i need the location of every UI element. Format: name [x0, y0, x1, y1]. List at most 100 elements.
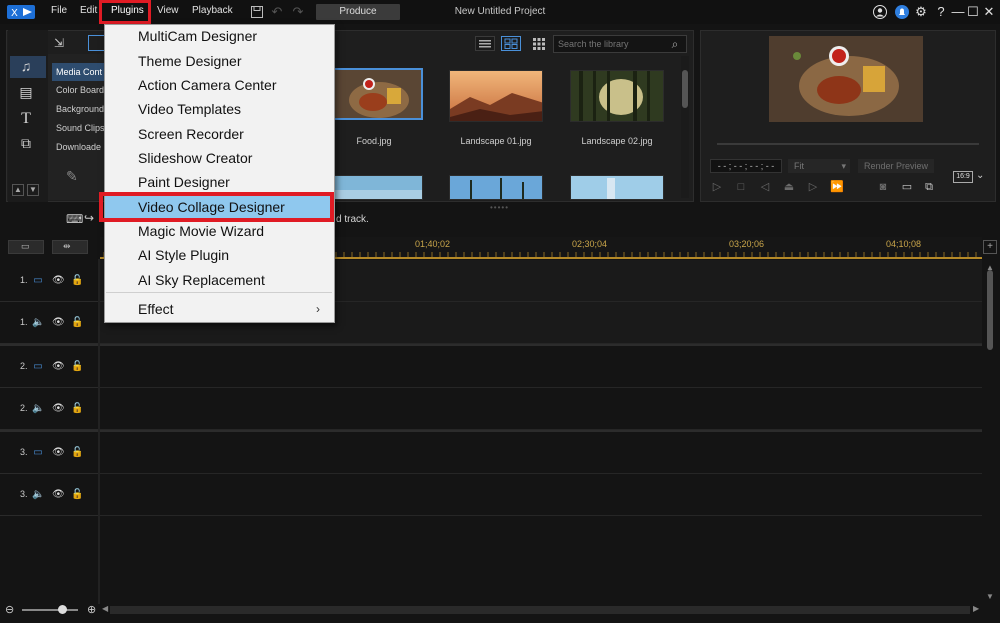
split-icon[interactable]: ⏏ [782, 180, 796, 194]
menu-item-screen-recorder[interactable]: Screen Recorder [138, 122, 328, 146]
track-row-audio-3[interactable] [100, 474, 982, 516]
eye-icon[interactable]: 👁 [52, 361, 65, 373]
menu-item-paint-designer[interactable]: Paint Designer [138, 170, 328, 194]
media-room-icon[interactable]: ♫ [16, 58, 36, 76]
scroll-up-icon[interactable]: ▲ [12, 184, 24, 196]
timeline-horizontal-scrollbar[interactable] [110, 606, 970, 614]
snapshot-icon[interactable]: ◙ [876, 180, 890, 194]
small-grid-view-icon[interactable] [532, 37, 546, 51]
timeline-view-button[interactable]: ▭ [8, 240, 44, 254]
eye-icon[interactable]: 👁 [52, 489, 65, 501]
stop-icon[interactable]: □ [734, 180, 748, 194]
thumb-palms[interactable] [449, 175, 543, 200]
help-icon[interactable]: ? [933, 4, 949, 20]
eye-icon[interactable]: 👁 [52, 317, 65, 329]
save-icon[interactable] [250, 5, 264, 19]
play-icon[interactable]: ▷ [710, 180, 724, 194]
menu-item-ai-sky-replacement[interactable]: AI Sky Replacement [138, 268, 328, 292]
maximize-icon[interactable]: ☐ [965, 4, 981, 20]
eye-icon[interactable]: 👁 [52, 275, 65, 287]
lock-icon[interactable]: 🔓 [71, 403, 83, 415]
account-icon[interactable] [872, 4, 888, 20]
search-icon[interactable]: ⌕ [667, 35, 683, 53]
scroll-up-arrow-icon[interactable]: ▲ [986, 263, 994, 272]
ruler-tick-label: 03;20;06 [729, 239, 765, 249]
redo-icon[interactable]: ↷ [291, 5, 305, 19]
previous-frame-icon[interactable]: ◁ [758, 180, 772, 194]
preview-seek-bar[interactable] [717, 143, 979, 145]
menu-view[interactable]: View [157, 5, 179, 16]
next-frame-icon[interactable]: ▷ [806, 180, 820, 194]
thumb-food[interactable] [329, 68, 423, 120]
category-media-content[interactable]: Media Cont [52, 63, 108, 81]
lock-icon[interactable]: 🔓 [71, 275, 83, 287]
ruler-expand-icon[interactable]: + [983, 240, 997, 254]
scroll-down-icon[interactable]: ▼ [27, 184, 39, 196]
zoom-fit-select[interactable]: Fit ▾ [788, 159, 850, 173]
medium-icon-view-button[interactable] [501, 36, 521, 51]
lock-icon[interactable]: 🔓 [71, 361, 83, 373]
scroll-left-arrow-icon[interactable]: ◀ [102, 604, 108, 613]
menu-file[interactable]: File [51, 5, 67, 16]
close-icon[interactable]: ✕ [981, 4, 997, 20]
menu-item-action-camera-center[interactable]: Action Camera Center [138, 73, 328, 97]
lock-icon[interactable]: 🔓 [71, 447, 83, 459]
aspect-ratio-selector[interactable]: 16:9 [953, 171, 973, 183]
undo-icon[interactable]: ↶ [270, 5, 284, 19]
notification-icon[interactable] [894, 4, 910, 20]
category-downloaded[interactable]: Downloade [52, 138, 108, 156]
scroll-down-arrow-icon[interactable]: ▼ [986, 592, 994, 601]
library-scroll-thumb[interactable] [682, 70, 688, 108]
timecode-display[interactable]: - - ; - - ; - - ; - - [710, 159, 782, 173]
category-background[interactable]: Background [52, 100, 108, 118]
subtitle-icon[interactable]: ▭ [900, 180, 914, 194]
menu-item-video-templates[interactable]: Video Templates [138, 97, 328, 121]
menu-item-multicam-designer[interactable]: MultiCam Designer [138, 24, 328, 48]
category-color-board[interactable]: Color Board [52, 81, 108, 99]
minimize-icon[interactable]: — [950, 4, 966, 20]
timeline-vertical-scroll-thumb[interactable] [987, 270, 993, 350]
track-row-video-3[interactable] [100, 432, 982, 474]
produce-button[interactable]: Produce [316, 4, 400, 20]
fast-forward-icon[interactable]: ⏩ [830, 180, 844, 194]
audio-track-icon: 🔈 [32, 403, 45, 414]
import-icon[interactable]: ⇲ [54, 36, 64, 50]
aspect-dropdown-icon[interactable]: ⌄ [976, 170, 984, 181]
thumb-sky[interactable] [329, 175, 423, 200]
track-row-audio-2[interactable] [100, 388, 982, 430]
zoom-slider-track[interactable] [22, 609, 78, 611]
settings-gear-icon[interactable]: ⚙ [913, 4, 929, 20]
track-row-video-2[interactable] [100, 346, 982, 388]
menu-edit[interactable]: Edit [80, 5, 97, 16]
eye-icon[interactable]: 👁 [52, 403, 65, 415]
menu-item-ai-style-plugin[interactable]: AI Style Plugin [138, 243, 328, 267]
zoom-slider-knob[interactable] [58, 605, 67, 614]
thumb-landscape-02[interactable] [570, 70, 664, 122]
menu-item-effect[interactable]: Effect [138, 297, 328, 321]
panel-resize-handle[interactable]: ••••• [490, 203, 509, 212]
fit-width-icon: ⇹ [63, 241, 71, 251]
fit-timeline-button[interactable]: ⇹ [52, 240, 88, 254]
pen-tool-icon[interactable]: ✎ [66, 168, 78, 185]
list-view-button[interactable] [475, 36, 495, 51]
lock-icon[interactable]: 🔓 [71, 489, 83, 501]
lock-icon[interactable]: 🔓 [71, 317, 83, 329]
menu-item-theme-designer[interactable]: Theme Designer [138, 49, 328, 73]
title-room-icon[interactable]: T [16, 110, 36, 128]
transition-room-icon[interactable]: ⧉ [16, 135, 36, 153]
menu-playback[interactable]: Playback [192, 5, 233, 16]
keyboard-icon[interactable]: ⌨ [66, 212, 83, 226]
redo-arrow-icon[interactable]: ↪ [84, 211, 94, 225]
menu-item-slideshow-creator[interactable]: Slideshow Creator [138, 146, 328, 170]
template-room-icon[interactable]: ▤ [16, 84, 36, 102]
zoom-in-icon[interactable]: ⊕ [87, 603, 96, 616]
menu-item-magic-movie-wizard[interactable]: Magic Movie Wizard [138, 219, 328, 243]
scroll-right-arrow-icon[interactable]: ▶ [973, 604, 979, 613]
thumb-landscape-01[interactable] [449, 70, 543, 122]
category-sound-clips[interactable]: Sound Clips [52, 119, 108, 137]
undock-icon[interactable]: ⧉ [922, 180, 936, 194]
zoom-out-icon[interactable]: ⊖ [5, 603, 14, 616]
thumb-person[interactable] [570, 175, 664, 200]
eye-icon[interactable]: 👁 [52, 447, 65, 459]
render-preview-button[interactable]: Render Preview [858, 159, 934, 173]
